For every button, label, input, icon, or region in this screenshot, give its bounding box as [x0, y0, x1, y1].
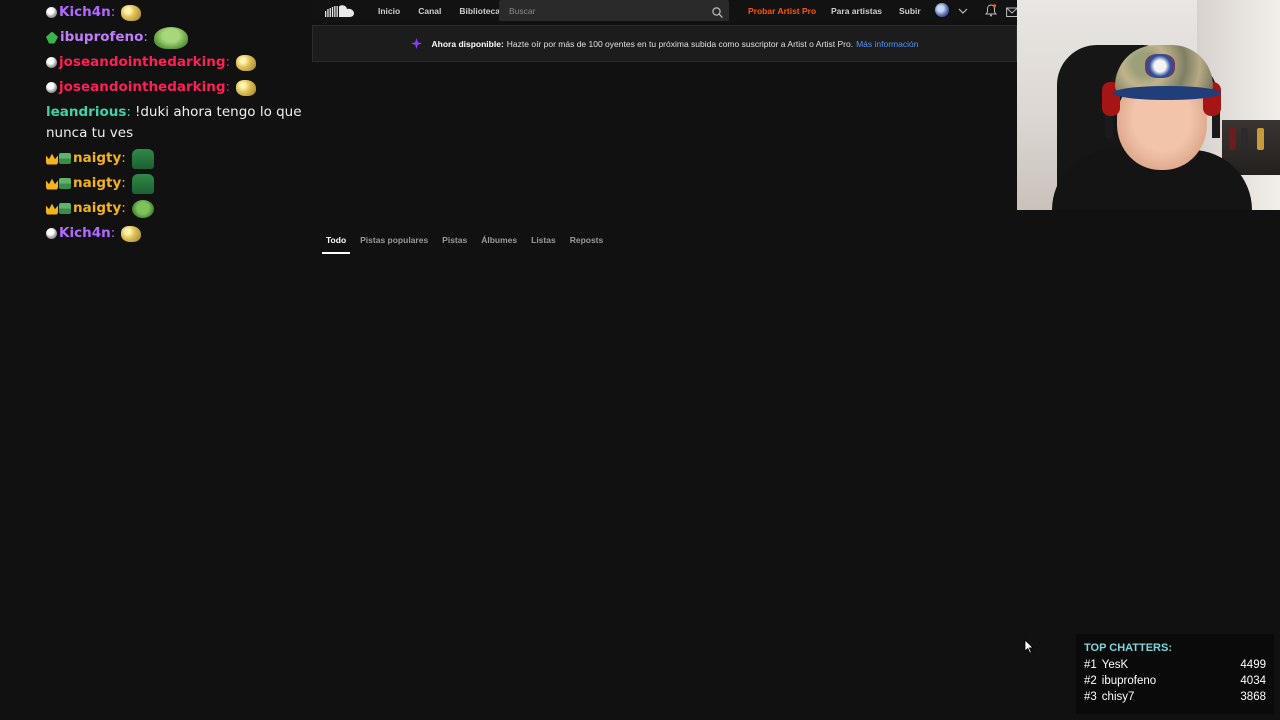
- chat-colon: :: [143, 29, 148, 45]
- search-input[interactable]: [509, 5, 699, 16]
- chat-message: leandrious: !duki ahora tengo lo que nunc…: [46, 100, 326, 146]
- tab-all[interactable]: Todo: [322, 232, 351, 254]
- webcam-cap-logo: [1145, 54, 1175, 78]
- chatter-name: ibuprofeno: [1101, 675, 1157, 687]
- user-avatar[interactable]: [935, 3, 949, 17]
- green-emote-icon: [131, 148, 154, 169]
- chat-colon: :: [110, 4, 116, 20]
- nav-feed-link[interactable]: Canal: [418, 6, 441, 16]
- chat-username: Kich4n: [59, 4, 111, 20]
- chat-colon: :: [121, 200, 126, 216]
- sub-badge-icon: [59, 202, 71, 214]
- chat-message: Kich4n:: [46, 221, 326, 246]
- frog-emote-icon: [153, 26, 188, 49]
- webcam-bottle: [1229, 128, 1236, 150]
- chat-username: naigty: [73, 175, 122, 191]
- chat-username: naigty: [73, 200, 122, 216]
- chat-username: Kich4n: [59, 225, 111, 241]
- chat-message: naigty:: [46, 196, 326, 221]
- green-emote-icon: [131, 173, 154, 194]
- chat-username: joseandointhedarking: [59, 54, 226, 70]
- webcam-bottle: [1241, 128, 1248, 150]
- tab-popular-tracks[interactable]: Pistas populares: [356, 232, 432, 254]
- notification-bell-icon[interactable]: [985, 4, 997, 17]
- chat-overlay: Kich4n: ibuprofeno: joseandointhedarking…: [46, 0, 326, 246]
- chatter-name: chisy7: [1101, 691, 1135, 703]
- chat-message: joseandointhedarking:: [46, 75, 326, 100]
- mouse-cursor-icon: [1024, 639, 1034, 654]
- leaf-badge-icon: [46, 31, 58, 44]
- chat-username: leandrious: [46, 104, 127, 120]
- chatter-count: 3868: [1240, 691, 1266, 703]
- chatter-name: YesK: [1101, 659, 1129, 671]
- pepe-emote-icon: [121, 225, 142, 242]
- chat-colon: :: [126, 104, 131, 120]
- soundcloud-logo-icon[interactable]: [320, 0, 360, 22]
- user-badge-icon: [46, 57, 57, 68]
- chat-colon: :: [121, 150, 126, 166]
- chatter-count: 4034: [1240, 675, 1266, 687]
- chat-message: Kich4n:: [46, 0, 326, 25]
- top-chatter-row: #3 chisy7 3868: [1084, 689, 1266, 705]
- top-chatters-title: TOP CHATTERS:: [1084, 642, 1173, 654]
- sparkle-icon: [410, 38, 422, 49]
- chatter-rank: #3: [1084, 691, 1097, 703]
- chat-username: ibuprofeno: [60, 29, 144, 45]
- chatter-count: 4499: [1240, 659, 1266, 671]
- user-badge-icon: [46, 228, 57, 239]
- chevron-down-icon[interactable]: [958, 4, 968, 16]
- webcam-cap-brim: [1113, 86, 1221, 100]
- try-artist-pro-link[interactable]: Probar Artist Pro: [748, 6, 816, 16]
- webcam-bottle: [1257, 128, 1264, 150]
- banner-text: Hazte oír por más de 100 oyentes en tu p…: [506, 38, 854, 49]
- crown-badge-icon: [46, 203, 58, 215]
- chat-message: naigty:: [46, 171, 326, 196]
- profile-tabs: Todo Pistas populares Pistas Álbumes Lis…: [322, 232, 613, 254]
- chat-colon: :: [225, 79, 231, 95]
- tab-albums[interactable]: Álbumes: [477, 232, 521, 254]
- top-chatter-row: #1 YesK 4499: [1084, 657, 1266, 673]
- chat-message: naigty:: [46, 146, 326, 171]
- pepe-emote-icon: [236, 79, 257, 96]
- chat-colon: :: [110, 225, 116, 241]
- for-artists-link[interactable]: Para artistas: [831, 6, 882, 16]
- crown-badge-icon: [46, 178, 58, 190]
- sub-badge-icon: [59, 152, 71, 164]
- user-badge-icon: [46, 82, 57, 93]
- chat-username: naigty: [73, 150, 122, 166]
- chat-message: joseandointhedarking:: [46, 50, 326, 75]
- tab-reposts[interactable]: Reposts: [566, 232, 608, 254]
- search-box: [499, 0, 729, 21]
- search-icon[interactable]: [712, 5, 723, 18]
- chatter-rank: #2: [1084, 675, 1097, 687]
- chat-colon: :: [225, 54, 231, 70]
- tab-playlists[interactable]: Listas: [527, 232, 560, 254]
- nav-library-link[interactable]: Biblioteca: [459, 6, 500, 16]
- chat-colon: :: [121, 175, 126, 191]
- upload-link[interactable]: Subir: [899, 6, 921, 16]
- frog-emote-icon: [131, 199, 154, 218]
- nav-home-link[interactable]: Inicio: [378, 6, 400, 16]
- announcement-banner: Ahora disponible: Hazte oír por más de 1…: [312, 25, 1017, 62]
- banner-bold-label: Ahora disponible:: [431, 38, 504, 49]
- top-chatters-panel: TOP CHATTERS: #1 YesK 4499 #2 ibuprofeno 4…: [1076, 634, 1274, 714]
- chat-message: ibuprofeno:: [46, 25, 326, 50]
- crown-badge-icon: [46, 153, 58, 165]
- chat-username: joseandointhedarking: [59, 79, 226, 95]
- sub-badge-icon: [59, 177, 71, 189]
- webcam-feed: [1017, 0, 1280, 210]
- tab-tracks[interactable]: Pistas: [438, 232, 471, 254]
- user-badge-icon: [46, 7, 57, 18]
- pepe-emote-icon: [236, 54, 257, 71]
- soundcloud-header: Inicio Canal Biblioteca Probar Artist Pr…: [312, 0, 1018, 22]
- top-chatter-row: #2 ibuprofeno 4034: [1084, 673, 1266, 689]
- banner-more-info-link[interactable]: Más información: [856, 39, 918, 49]
- pepe-emote-icon: [121, 4, 142, 21]
- chatter-rank: #1: [1084, 659, 1097, 671]
